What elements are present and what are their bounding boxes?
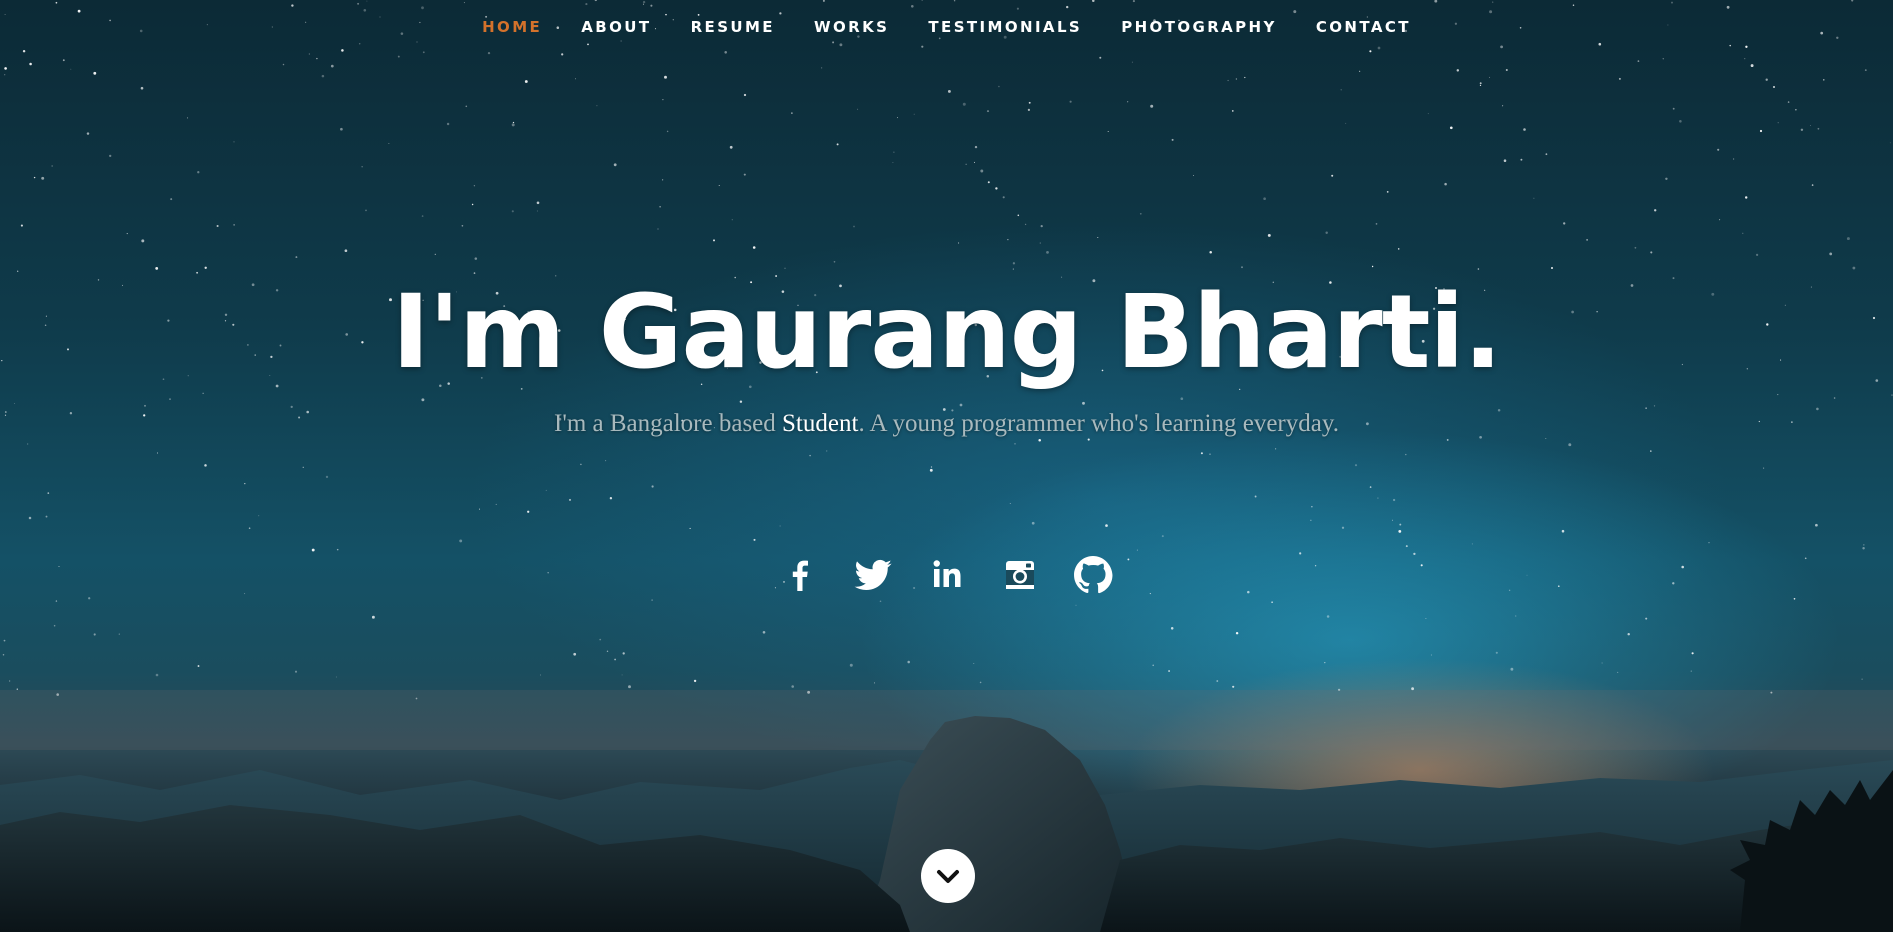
intro-highlight: Student — [782, 410, 859, 438]
nav-item-about[interactable]: ABOUT — [579, 14, 653, 40]
nav-item-testimonials[interactable]: TESTIMONIALS — [926, 14, 1084, 40]
main-nav: HOME ABOUT RESUME WORKS TESTIMONIALS PHO… — [0, 14, 1893, 40]
github-icon — [1073, 556, 1113, 594]
mountain-silhouette — [0, 690, 1893, 932]
banner: I'm Gaurang Bharti. I'm a Bangalore base… — [0, 272, 1893, 444]
page-title: I'm Gaurang Bharti. — [391, 273, 1502, 392]
linkedin-icon — [933, 560, 960, 587]
intro-text: I'm a Bangalore based Student. A young p… — [537, 404, 1357, 444]
twitter-link[interactable] — [851, 553, 895, 597]
instagram-icon — [1005, 561, 1034, 589]
nav-item-photography[interactable]: PHOTOGRAPHY — [1119, 14, 1279, 40]
chevron-down-icon — [937, 870, 959, 883]
social-links — [0, 553, 1893, 597]
nav-item-resume[interactable]: RESUME — [689, 14, 777, 40]
linkedin-link[interactable] — [925, 553, 969, 597]
intro-text-end: . A young programmer who's learning ever… — [858, 410, 1339, 438]
hero-section: HOME ABOUT RESUME WORKS TESTIMONIALS PHO… — [0, 0, 1893, 932]
nav-item-works[interactable]: WORKS — [812, 14, 891, 40]
github-link[interactable] — [1071, 553, 1115, 597]
nav-item-home[interactable]: HOME — [480, 14, 544, 40]
scroll-down-button[interactable] — [921, 849, 975, 903]
instagram-link[interactable] — [998, 553, 1042, 597]
twitter-icon — [854, 559, 893, 590]
intro-text-start: I'm a Bangalore based — [554, 410, 783, 438]
facebook-link[interactable] — [778, 553, 822, 597]
nav-item-contact[interactable]: CONTACT — [1314, 14, 1413, 40]
facebook-icon — [793, 560, 809, 591]
